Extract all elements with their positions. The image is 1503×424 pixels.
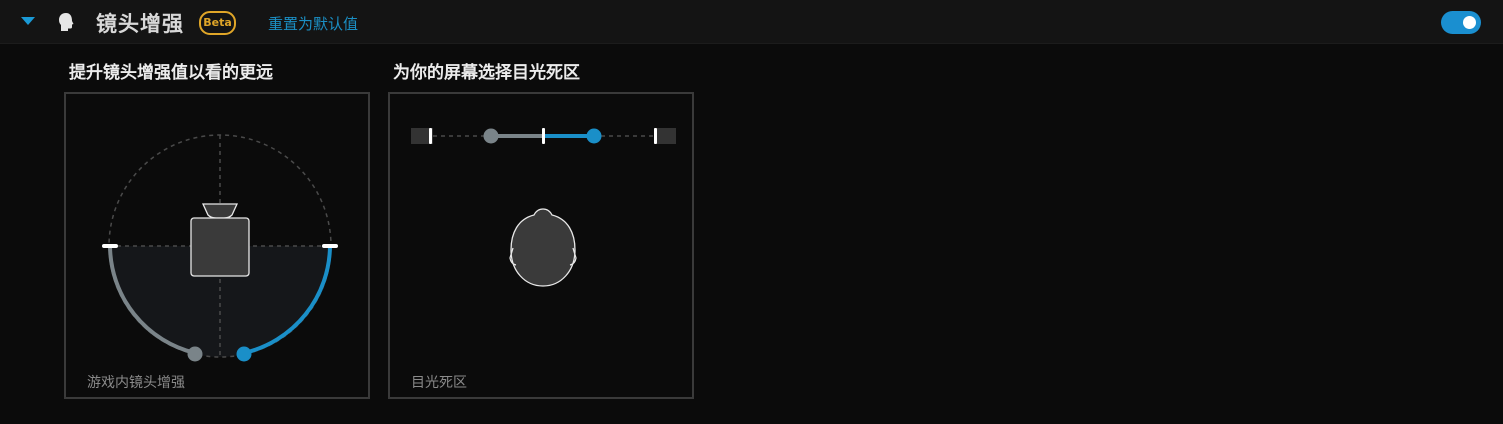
zoom-diagram	[102, 134, 338, 362]
head-icon	[59, 13, 74, 31]
section-header: 镜头增强 Beta 重置为默认值	[0, 0, 1503, 44]
deadzone-max-handle[interactable]	[586, 128, 602, 144]
head-top-view	[510, 208, 576, 287]
deadzone-caption: 目光死区	[411, 375, 467, 391]
zoom-heading: 提升镜头增强值以看的更远	[69, 63, 273, 83]
zoom-caption: 游戏内镜头增强	[87, 375, 185, 391]
slider-left-tick	[429, 128, 432, 144]
slider-center-tick	[542, 128, 545, 144]
enable-toggle[interactable]	[1441, 11, 1481, 34]
deadzone-min-handle[interactable]	[483, 128, 499, 144]
monitor-screen	[190, 217, 250, 277]
reset-defaults-link[interactable]: 重置为默认值	[268, 13, 358, 34]
min-zoom-handle[interactable]	[187, 346, 203, 362]
left-limit-marker	[102, 244, 118, 248]
max-zoom-handle[interactable]	[236, 346, 252, 362]
beta-badge: Beta	[199, 11, 236, 35]
right-limit-marker	[322, 244, 338, 248]
slider-right-end	[654, 128, 676, 144]
page-title: 镜头增强	[96, 12, 184, 36]
deadzone-diagram	[411, 128, 676, 287]
caret-down-icon[interactable]	[21, 17, 35, 25]
zoom-panel: 游戏内镜头增强	[64, 92, 370, 399]
toggle-knob	[1463, 16, 1476, 29]
deadzone-panel: 目光死区	[388, 92, 694, 399]
deadzone-heading: 为你的屏幕选择目光死区	[393, 63, 580, 83]
slider-right-tick	[654, 128, 657, 144]
monitor-stand	[201, 203, 239, 219]
